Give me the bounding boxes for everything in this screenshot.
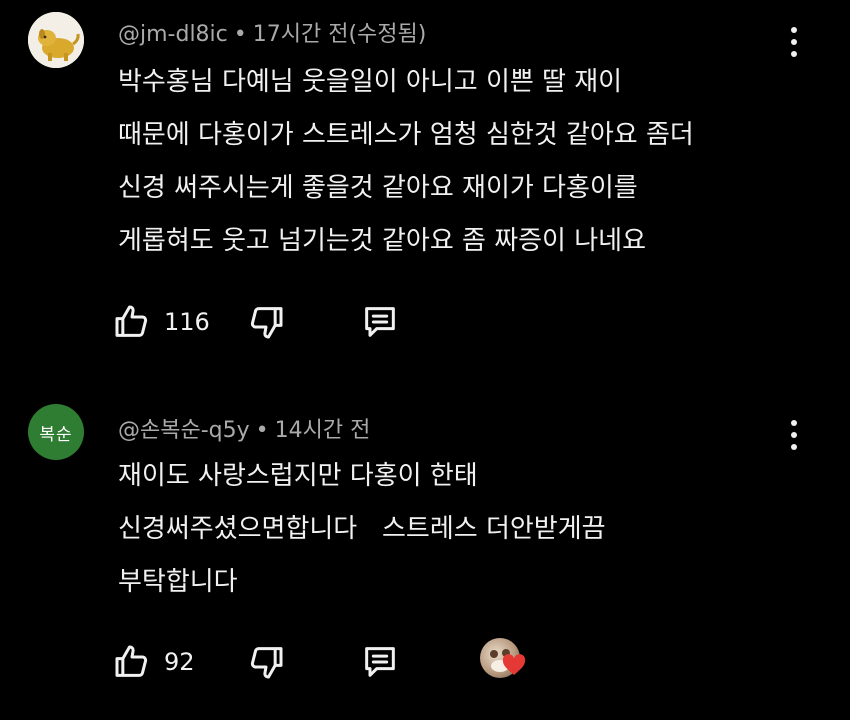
comment-line: 재이도 사랑스럽지만 다홍이 한태 [118, 461, 478, 491]
author-name[interactable]: @손복순-q5y [118, 418, 250, 443]
comment-meta: @jm-dl8ic • 17시간 전(수정됨) [118, 16, 426, 48]
comment-body: 재이도 사랑스럽지만 다홍이 한태 신경써주셨으면합니다 스트레스 더안받게끔 … [118, 450, 606, 609]
meta-separator: • [233, 22, 247, 47]
more-vertical-icon[interactable] [784, 418, 804, 452]
like-count: 92 [164, 648, 195, 676]
comment-line: 때문에 다홍이가 스트레스가 엄청 심한것 같아요 좀더 [118, 120, 694, 150]
dislike-button[interactable] [246, 302, 286, 342]
reply-icon [365, 647, 395, 677]
comment-time: 17시간 전(수정됨) [252, 22, 427, 47]
author-name[interactable]: @jm-dl8ic [118, 22, 228, 47]
reply-button[interactable] [360, 642, 400, 682]
comment-line: 박수홍님 다예님 웃을일이 아니고 이쁜 딸 재이 [118, 67, 623, 97]
meta-separator: • [255, 418, 269, 443]
like-button[interactable]: 92 [112, 642, 195, 682]
comment-line: 부탁합니다 [118, 567, 238, 597]
comment-line: 신경써주셨으면합니다 스트레스 더안받게끔 [118, 514, 606, 544]
author-avatar[interactable] [28, 12, 84, 68]
author-avatar[interactable]: 복순 [28, 404, 84, 460]
thumbs-up-icon [115, 305, 148, 337]
comment-meta: @손복순-q5y • 14시간 전 [118, 412, 370, 444]
more-vertical-icon[interactable] [784, 25, 804, 59]
heart-icon [502, 654, 526, 675]
comment-item: 복순 @손복순-q5y • 14시간 전 재이도 사랑스럽지만 다홍이 한태 신경써… [0, 370, 850, 720]
reply-button[interactable] [360, 302, 400, 342]
comment-item: @jm-dl8ic • 17시간 전(수정됨) 박수홍님 다예님 웃을일이 아니고 … [0, 0, 850, 370]
comment-body: 박수홍님 다예님 웃을일이 아니고 이쁜 딸 재이 때문에 다홍이가 스트레스가… [118, 56, 694, 268]
creator-heart-badge [480, 638, 528, 686]
thumbs-down-icon [250, 647, 283, 679]
like-count: 116 [164, 308, 210, 336]
reply-icon [365, 307, 395, 337]
dislike-button[interactable] [246, 642, 286, 682]
like-button[interactable]: 116 [112, 302, 210, 342]
comment-time: 14시간 전 [274, 418, 371, 443]
golden-dog-avatar-icon [28, 12, 84, 68]
avatar-initials: 복순 [39, 424, 73, 445]
thumbs-up-icon [115, 645, 148, 677]
comment-line: 게롭혀도 웃고 넘기는것 같아요 좀 짜증이 나네요 [118, 226, 646, 256]
comment-line: 신경 써주시는게 좋을것 같아요 재이가 다홍이를 [118, 173, 638, 203]
thumbs-down-icon [250, 307, 283, 339]
